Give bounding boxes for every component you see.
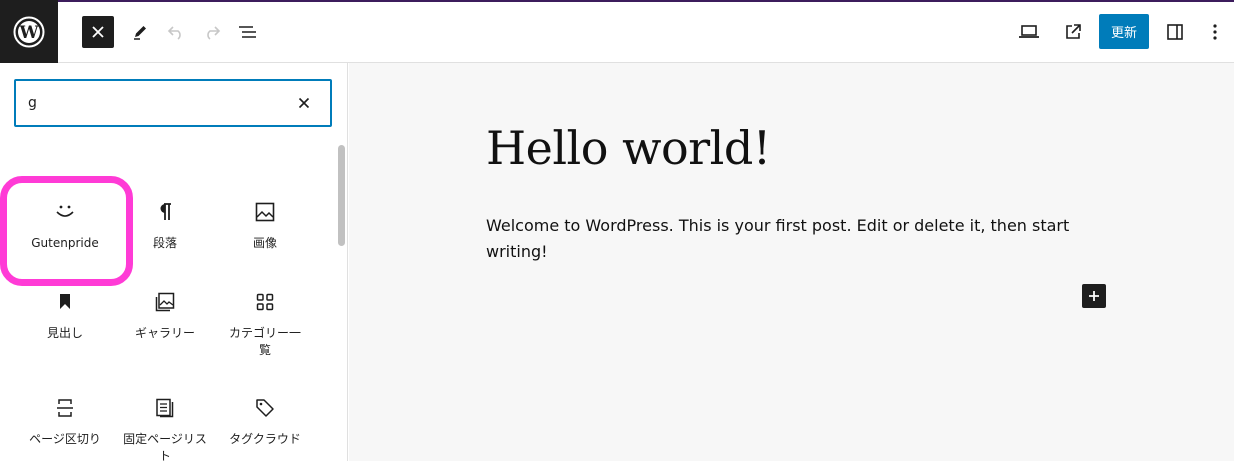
- undo-button[interactable]: [160, 16, 192, 48]
- redo-icon: [207, 26, 221, 40]
- block-item-categories[interactable]: カテゴリー一覧: [215, 287, 315, 359]
- block-item-tag-cloud[interactable]: タグクラウド: [215, 393, 315, 448]
- scrollbar-thumb[interactable]: [338, 145, 345, 246]
- gallery-icon: [155, 292, 175, 312]
- block-label: 見出し: [46, 326, 83, 340]
- block-item-image[interactable]: 画像: [215, 197, 315, 252]
- editor-header: W 更新: [0, 0, 1234, 63]
- clear-search-button[interactable]: [290, 89, 318, 117]
- close-icon: [298, 97, 310, 109]
- view-post-button[interactable]: [1057, 16, 1089, 48]
- image-icon: [255, 202, 275, 222]
- block-label: ギャラリー: [134, 326, 195, 340]
- more-vertical-icon: [1213, 24, 1217, 40]
- wordpress-logo-button[interactable]: W: [0, 0, 58, 63]
- bookmark-icon: [60, 294, 70, 309]
- editor-canvas[interactable]: Hello world! Welcome to WordPress. This …: [349, 63, 1234, 461]
- block-item-page-break[interactable]: ページ区切り: [15, 393, 115, 448]
- add-block-button[interactable]: [1082, 284, 1106, 308]
- undo-icon: [167, 26, 181, 40]
- list-view-icon: [239, 26, 256, 38]
- block-search-box: [14, 79, 332, 127]
- block-search-input[interactable]: [28, 91, 278, 115]
- list-view-button[interactable]: [232, 16, 264, 48]
- wordpress-logo-icon: W: [13, 16, 45, 47]
- tools-button[interactable]: [124, 16, 156, 48]
- external-link-icon: [1066, 24, 1081, 39]
- block-item-gutenpride[interactable]: Gutenpride: [15, 197, 115, 252]
- smiley-icon: [56, 205, 74, 217]
- preview-button[interactable]: [1013, 16, 1045, 48]
- close-icon: [92, 26, 104, 38]
- paragraph-icon: [160, 203, 171, 220]
- block-label: カテゴリー一覧: [228, 326, 301, 357]
- desktop-icon: [1019, 25, 1039, 38]
- block-item-page-list[interactable]: 固定ページリスト: [115, 393, 215, 465]
- page-break-icon: [57, 399, 73, 417]
- block-label: 固定ページリスト: [123, 432, 207, 463]
- block-item-gallery[interactable]: ギャラリー: [115, 287, 215, 342]
- post-title[interactable]: Hello world!: [486, 121, 771, 175]
- settings-sidebar-button[interactable]: [1159, 16, 1191, 48]
- svg-text:W: W: [18, 23, 39, 43]
- sidebar-icon: [1167, 24, 1183, 40]
- grid-icon: [256, 293, 274, 311]
- close-inserter-button[interactable]: [82, 16, 114, 48]
- options-button[interactable]: [1199, 16, 1231, 48]
- header-accent-line: [0, 0, 1234, 2]
- page-list-icon: [156, 398, 174, 418]
- tag-icon: [256, 399, 274, 417]
- update-button[interactable]: 更新: [1099, 14, 1149, 49]
- block-label: ページ区切り: [29, 432, 101, 446]
- block-label: Gutenpride: [31, 236, 99, 250]
- block-label: 段落: [152, 236, 177, 250]
- block-inserter-panel: Gutenpride 段落 画像 見出し: [0, 63, 348, 463]
- block-label: 画像: [252, 236, 277, 250]
- redo-button[interactable]: [196, 16, 228, 48]
- block-label: タグクラウド: [229, 432, 301, 446]
- plus-icon: [1089, 291, 1099, 301]
- pencil-icon: [134, 26, 146, 40]
- post-paragraph[interactable]: Welcome to WordPress. This is your first…: [486, 213, 1086, 265]
- block-item-heading[interactable]: 見出し: [15, 287, 115, 342]
- block-item-paragraph[interactable]: 段落: [115, 197, 215, 252]
